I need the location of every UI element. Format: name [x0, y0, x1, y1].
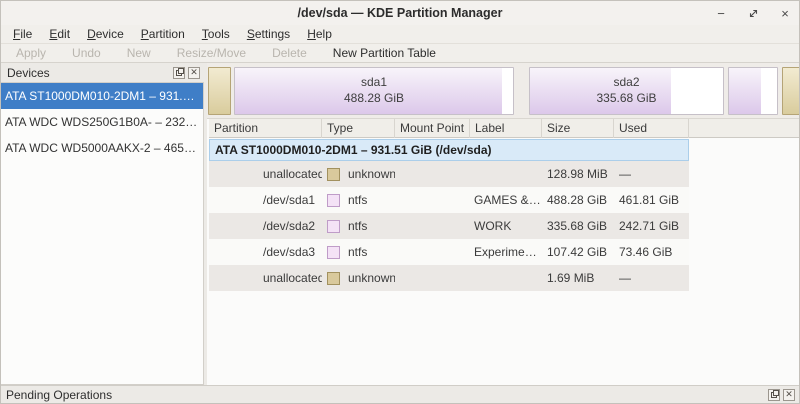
partition-name: sda2	[613, 75, 639, 91]
column-header-partition[interactable]: Partition	[209, 119, 322, 138]
device-list: ATA ST1000DM010-2DM1 – 931.51 GiB (/d… A…	[1, 82, 204, 385]
new-partition-table-button[interactable]: New Partition Table	[327, 46, 442, 60]
column-header-filler	[689, 119, 799, 138]
devices-panel-header: Devices ✕	[1, 63, 204, 82]
table-row[interactable]: /dev/sda2 ntfs WORK 335.68 GiB 242.71 Gi…	[209, 213, 689, 239]
window-controls: − ×	[713, 1, 793, 25]
type-cell: ntfs	[348, 187, 367, 213]
label-cell	[470, 161, 542, 187]
filesystem-color-swatch	[327, 246, 340, 259]
undo-button[interactable]: Undo	[66, 46, 107, 60]
mount-point-cell	[395, 239, 470, 265]
menu-device[interactable]: Device	[83, 27, 128, 41]
close-icon[interactable]: ×	[777, 5, 793, 21]
used-cell: 461.81 GiB	[614, 187, 689, 213]
mount-point-cell	[395, 187, 470, 213]
size-cell: 128.98 MiB	[542, 161, 614, 187]
partition-block-sda2[interactable]: sda2 335.68 GiB	[529, 67, 724, 115]
device-item-sda[interactable]: ATA ST1000DM010-2DM1 – 931.51 GiB (/d…	[1, 83, 203, 109]
new-button[interactable]: New	[121, 46, 157, 60]
partition-block-sda1[interactable]: sda1 488.28 GiB	[234, 67, 514, 115]
menu-file[interactable]: File	[9, 27, 36, 41]
partition-cell: /dev/sda3	[209, 239, 322, 265]
pending-operations-buttons: ✕	[768, 389, 795, 401]
pending-operations-title: Pending Operations	[6, 388, 112, 402]
partition-table: Partition Type Mount Point Label Size Us…	[209, 119, 799, 291]
type-cell: ntfs	[348, 213, 367, 239]
partition-visualization: sda1 488.28 GiB sda2 335.68 GiB	[207, 63, 799, 119]
partition-name: sda1	[361, 75, 387, 91]
menu-edit[interactable]: Edit	[45, 27, 74, 41]
column-header-type[interactable]: Type	[322, 119, 395, 138]
column-header-mount-point[interactable]: Mount Point	[395, 119, 470, 138]
used-cell: 242.71 GiB	[614, 213, 689, 239]
resize-move-button[interactable]: Resize/Move	[171, 46, 252, 60]
used-cell: —	[614, 161, 689, 187]
partition-size: 335.68 GiB	[596, 91, 656, 107]
kde-partition-manager-window: /dev/sda — KDE Partition Manager − × Fil…	[0, 0, 800, 404]
mount-point-cell	[395, 213, 470, 239]
table-header: Partition Type Mount Point Label Size Us…	[209, 119, 799, 138]
size-cell: 107.42 GiB	[542, 239, 614, 265]
table-row[interactable]: /dev/sda1 ntfs GAMES & S… 488.28 GiB 461…	[209, 187, 689, 213]
filesystem-color-swatch	[327, 272, 340, 285]
delete-button[interactable]: Delete	[266, 46, 313, 60]
column-header-used[interactable]: Used	[614, 119, 689, 138]
mount-point-cell	[395, 265, 470, 291]
filesystem-color-swatch	[327, 194, 340, 207]
partition-block-unallocated-left[interactable]	[208, 67, 231, 115]
partition-size: 488.28 GiB	[344, 91, 404, 107]
float-icon[interactable]	[173, 67, 185, 79]
close-icon[interactable]: ✕	[783, 389, 795, 401]
label-cell: WORK	[470, 213, 542, 239]
partition-block-sda3[interactable]	[728, 67, 778, 115]
menu-tools[interactable]: Tools	[198, 27, 234, 41]
table-row[interactable]: unallocated unknown 128.98 MiB —	[209, 161, 689, 187]
label-cell: Experimental	[470, 239, 542, 265]
partition-block-unallocated-right[interactable]	[782, 67, 800, 115]
mount-point-cell	[395, 161, 470, 187]
filesystem-color-swatch	[327, 220, 340, 233]
used-cell: —	[614, 265, 689, 291]
partition-cell: unallocated	[209, 265, 322, 291]
device-group-row[interactable]: ATA ST1000DM010-2DM1 – 931.51 GiB (/dev/…	[209, 139, 689, 161]
devices-panel: Devices ✕ ATA ST1000DM010-2DM1 – 931.51 …	[1, 63, 204, 385]
devices-panel-buttons: ✕	[173, 67, 200, 79]
pending-operations-bar: Pending Operations ✕	[1, 385, 799, 403]
menubar: File Edit Device Partition Tools Setting…	[1, 25, 799, 44]
apply-button[interactable]: Apply	[10, 46, 52, 60]
type-cell: unknown	[348, 161, 395, 187]
close-icon[interactable]: ✕	[188, 67, 200, 79]
size-cell: 335.68 GiB	[542, 213, 614, 239]
type-cell: ntfs	[348, 239, 367, 265]
size-cell: 488.28 GiB	[542, 187, 614, 213]
used-cell: 73.46 GiB	[614, 239, 689, 265]
table-row[interactable]: /dev/sda3 ntfs Experimental 107.42 GiB 7…	[209, 239, 689, 265]
partition-cell: /dev/sda1	[209, 187, 322, 213]
float-icon[interactable]	[768, 389, 780, 401]
menu-partition[interactable]: Partition	[137, 27, 189, 41]
type-cell: unknown	[348, 265, 395, 291]
menu-settings[interactable]: Settings	[243, 27, 294, 41]
column-header-size[interactable]: Size	[542, 119, 614, 138]
restore-icon[interactable]	[745, 5, 761, 21]
partition-view: sda1 488.28 GiB sda2 335.68 GiB Partitio…	[207, 63, 799, 385]
minimize-icon[interactable]: −	[713, 5, 729, 21]
devices-panel-title: Devices	[7, 66, 50, 80]
label-cell	[470, 265, 542, 291]
column-header-label[interactable]: Label	[470, 119, 542, 138]
partition-cell: unallocated	[209, 161, 322, 187]
label-cell: GAMES & S…	[470, 187, 542, 213]
filesystem-color-swatch	[327, 168, 340, 181]
size-cell: 1.69 MiB	[542, 265, 614, 291]
toolbar: Apply Undo New Resize/Move Delete New Pa…	[1, 44, 799, 63]
device-item-sdc[interactable]: ATA WDC WD5000AAKX-2 – 465.76 GiB (/…	[1, 135, 203, 161]
table-row[interactable]: unallocated unknown 1.69 MiB —	[209, 265, 689, 291]
used-space-fill	[729, 68, 761, 114]
menu-help[interactable]: Help	[303, 27, 336, 41]
partition-cell: /dev/sda2	[209, 213, 322, 239]
device-item-sdb[interactable]: ATA WDC WDS250G1B0A- – 232.88 GiB (/…	[1, 109, 203, 135]
window-title: /dev/sda — KDE Partition Manager	[1, 1, 799, 25]
titlebar[interactable]: /dev/sda — KDE Partition Manager − ×	[1, 1, 799, 25]
